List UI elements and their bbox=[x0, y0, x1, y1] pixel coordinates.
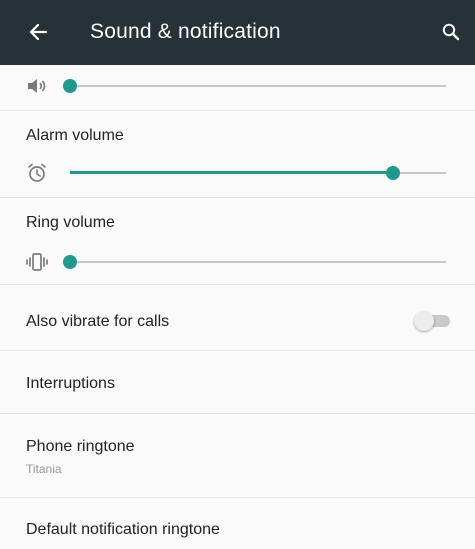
ring-volume-slider[interactable] bbox=[63, 252, 446, 272]
app-bar: Sound & notification bbox=[0, 0, 475, 65]
interruptions-label: Interruptions bbox=[26, 375, 115, 392]
notification-ringtone-label: Default notification ringtone bbox=[26, 521, 220, 538]
phone-ringtone-value: Titania bbox=[26, 462, 62, 476]
vibrate-for-calls-row[interactable]: Also vibrate for calls bbox=[0, 285, 475, 350]
alarm-volume-label: Alarm volume bbox=[26, 127, 124, 144]
slider-thumb[interactable] bbox=[386, 166, 401, 180]
media-volume-slider[interactable] bbox=[63, 76, 446, 96]
ring-volume-row: Ring volume bbox=[0, 198, 475, 283]
vibrate-for-calls-switch[interactable] bbox=[414, 311, 452, 331]
speaker-icon bbox=[28, 79, 46, 93]
arrow-back-icon bbox=[29, 23, 48, 41]
phone-ringtone-row[interactable]: Phone ringtone Titania bbox=[0, 414, 475, 497]
alarm-volume-row: Alarm volume bbox=[0, 111, 475, 197]
notification-ringtone-row[interactable]: Default notification ringtone bbox=[0, 498, 475, 549]
settings-list: Alarm volume Ring volume Also vibrate fo… bbox=[0, 65, 475, 549]
alarm-clock-icon bbox=[28, 163, 46, 182]
back-button[interactable] bbox=[24, 18, 52, 46]
slider-thumb[interactable] bbox=[63, 255, 77, 269]
vibrate-for-calls-label: Also vibrate for calls bbox=[26, 313, 170, 330]
media-volume-row bbox=[0, 65, 475, 109]
alarm-volume-slider[interactable] bbox=[70, 163, 446, 183]
vibrate-icon bbox=[26, 253, 48, 271]
switch-knob bbox=[414, 311, 434, 331]
interruptions-row[interactable]: Interruptions bbox=[0, 351, 475, 413]
slider-thumb[interactable] bbox=[63, 79, 77, 93]
search-icon bbox=[442, 23, 460, 41]
phone-ringtone-label: Phone ringtone bbox=[26, 438, 135, 455]
ring-volume-label: Ring volume bbox=[26, 214, 115, 231]
page-title: Sound & notification bbox=[90, 20, 281, 43]
search-button[interactable] bbox=[436, 18, 466, 46]
